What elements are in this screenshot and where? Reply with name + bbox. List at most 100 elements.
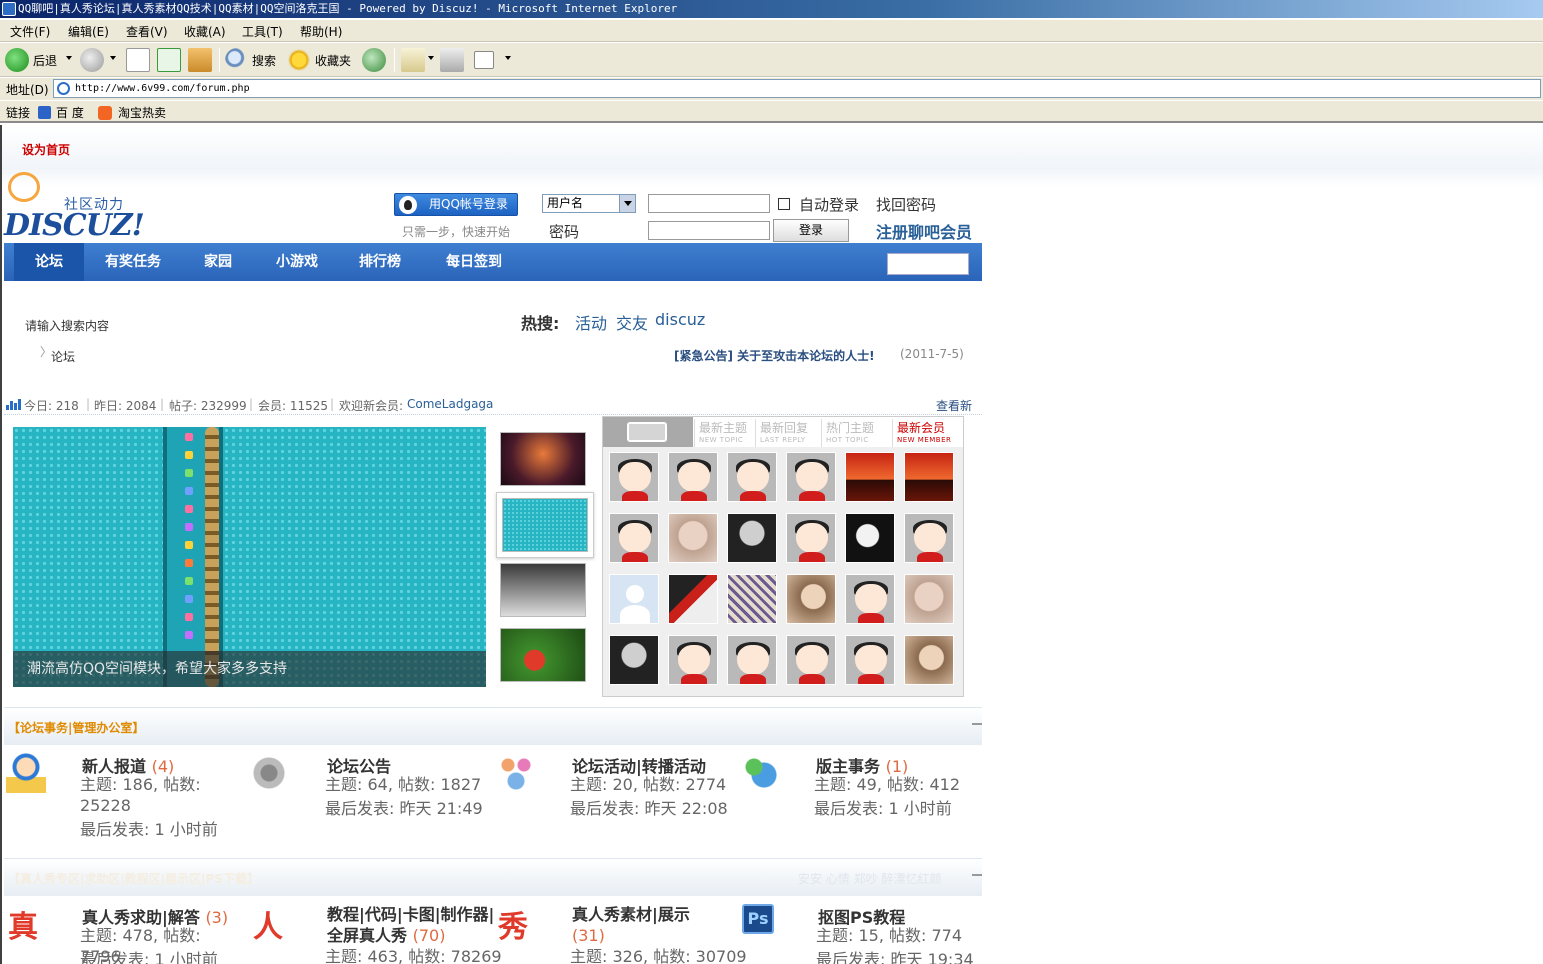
forum-item[interactable]: 版主事务 (1) 主题: 49, 帖数: 412 最后发表: 1 小时前 (740, 753, 980, 853)
member-avatar[interactable] (668, 574, 718, 624)
forum-item[interactable]: Ps 抠图PS教程 主题: 15, 帖数: 774 最后发表: 昨天 19:34 (742, 904, 982, 964)
member-avatar[interactable] (904, 574, 954, 624)
forum-last-post[interactable]: 最后发表: 昨天 22:08 (570, 795, 728, 819)
hot-keyword[interactable]: 交友 (616, 310, 648, 334)
mail-dropdown-icon[interactable] (428, 56, 434, 60)
forum-last-post[interactable]: 最后发表: 1 小时前 (80, 816, 218, 840)
member-avatar[interactable] (609, 574, 659, 624)
slideshow-thumb[interactable] (500, 432, 586, 486)
nav-home[interactable]: 家园 (190, 243, 246, 281)
forum-item[interactable]: 真 真人秀求助|解答 (3) 主题: 478, 帖数: 7796 最后发表: 1… (6, 904, 246, 964)
member-avatar[interactable] (786, 452, 836, 502)
stop-icon[interactable] (126, 48, 150, 72)
forum-group-title[interactable]: 【论坛事务|管理办公室】 (8, 719, 144, 736)
forum-item[interactable]: 论坛公告 主题: 64, 帖数: 1827 最后发表: 昨天 21:49 (251, 753, 491, 853)
favorites-star-icon[interactable] (287, 48, 311, 72)
back-dropdown-icon[interactable] (66, 56, 72, 60)
member-avatar[interactable] (845, 574, 895, 624)
member-avatar[interactable] (786, 635, 836, 685)
member-avatar[interactable] (727, 574, 777, 624)
home-icon[interactable] (188, 48, 212, 72)
forum-item[interactable]: 论坛活动|转播活动 主题: 20, 帖数: 2774 最后发表: 昨天 22:0… (496, 753, 736, 853)
auto-login-checkbox[interactable] (778, 198, 790, 210)
login-type-select[interactable]: 用户名 (542, 194, 636, 213)
member-avatar[interactable] (668, 513, 718, 563)
username-input[interactable] (648, 194, 770, 213)
forward-dropdown-icon[interactable] (110, 56, 116, 60)
member-avatar[interactable] (904, 635, 954, 685)
chevron-down-icon[interactable] (619, 195, 635, 212)
new-member-link[interactable]: ComeLadgaga (407, 397, 493, 411)
menu-help[interactable]: 帮助(H) (300, 23, 342, 40)
menu-edit[interactable]: 编辑(E) (68, 23, 109, 40)
member-avatar[interactable] (727, 513, 777, 563)
member-avatar[interactable] (668, 452, 718, 502)
refresh-icon[interactable] (157, 48, 181, 72)
tab-speech-bubble[interactable] (603, 417, 693, 447)
forum-item[interactable]: 新人报道 (4) 主题: 186, 帖数: 25228 最后发表: 1 小时前 (6, 753, 246, 853)
set-home-link[interactable]: 设为首页 (22, 141, 70, 158)
address-input[interactable]: http://www.6v99.com/forum.php (53, 79, 1541, 98)
link-taobao[interactable]: 淘宝热卖 (118, 104, 166, 121)
forum-last-post[interactable]: 最后发表: 1 小时前 (80, 946, 218, 964)
search-hint[interactable]: 请输入搜索内容 (25, 317, 109, 334)
menu-file[interactable]: 文件(F) (10, 23, 50, 40)
favorites-button-label[interactable]: 收藏夹 (315, 52, 351, 69)
member-avatar[interactable] (904, 513, 954, 563)
hot-keyword[interactable]: discuz (655, 310, 705, 329)
breadcrumb[interactable]: 论坛 (51, 348, 75, 365)
slideshow-caption[interactable]: 潮流高仿QQ空间模块，希望大家多多支持 (13, 651, 486, 687)
search-button-label[interactable]: 搜索 (252, 52, 276, 69)
forum-group-title[interactable]: 【真人秀专区|求助区|教程区|展示区|PS下载】 (8, 870, 259, 887)
slideshow-main-image[interactable]: 潮流高仿QQ空间模块，希望大家多多支持 (13, 427, 486, 687)
forum-item[interactable]: 人 教程|代码|卡图|制作器|全屏真人秀 (70) 主题: 463, 帖数: 7… (251, 904, 502, 964)
mail-icon[interactable] (401, 48, 425, 72)
register-link[interactable]: 注册聊吧会员 (876, 219, 972, 243)
member-avatar[interactable] (727, 635, 777, 685)
member-avatar[interactable] (609, 513, 659, 563)
forum-name[interactable]: 真人秀素材|展示 (31) (572, 904, 742, 946)
collapse-icon[interactable] (972, 874, 982, 876)
qq-login-button[interactable]: 用QQ帐号登录 (394, 193, 518, 216)
slideshow-thumb-active[interactable] (496, 492, 594, 558)
hot-keyword[interactable]: 活动 (575, 310, 607, 334)
forum-last-post[interactable]: 最后发表: 1 小时前 (814, 795, 952, 819)
nav-ranking[interactable]: 排行榜 (348, 243, 412, 281)
nav-search-box[interactable] (887, 253, 969, 275)
site-logo[interactable]: 社区动力 DISCUZ! (4, 170, 145, 243)
member-avatar[interactable] (904, 452, 954, 502)
print-icon[interactable] (440, 48, 464, 72)
member-avatar[interactable] (609, 452, 659, 502)
tab-new-topic[interactable]: 最新主题 NEW TOPIC (694, 419, 760, 447)
menu-favorites[interactable]: 收藏(A) (184, 23, 226, 40)
edit-dropdown-icon[interactable] (505, 56, 511, 60)
address-url[interactable]: http://www.6v99.com/forum.php (75, 83, 250, 94)
tab-hot-topic[interactable]: 热门主题 HOT TOPIC (821, 419, 887, 447)
menu-view[interactable]: 查看(V) (126, 23, 168, 40)
nav-checkin[interactable]: 每日签到 (432, 243, 516, 281)
link-baidu[interactable]: 百 度 (56, 104, 84, 121)
search-icon[interactable] (225, 48, 249, 72)
find-password-link[interactable]: 找回密码 (876, 194, 936, 215)
member-avatar[interactable] (727, 452, 777, 502)
forum-name[interactable]: 教程|代码|卡图|制作器|全屏真人秀 (70) (327, 904, 502, 946)
login-button[interactable]: 登录 (773, 219, 849, 242)
collapse-icon[interactable] (972, 723, 982, 725)
tab-new-member[interactable]: 最新会员 NEW MEMBER (892, 419, 958, 447)
nav-forum[interactable]: 论坛 (14, 243, 84, 281)
nav-games[interactable]: 小游戏 (262, 243, 332, 281)
forum-item[interactable]: 秀 真人秀素材|展示 (31) 主题: 326, 帖数: 30709 (496, 904, 747, 964)
history-icon[interactable] (362, 48, 386, 72)
nav-tasks[interactable]: 有奖任务 (94, 243, 172, 281)
back-arrow-icon[interactable] (5, 48, 29, 72)
member-avatar[interactable] (845, 635, 895, 685)
member-avatar[interactable] (786, 513, 836, 563)
announcement-link[interactable]: [紧急公告] 关于至攻击本论坛的人士! (674, 347, 875, 364)
tab-last-reply[interactable]: 最新回复 LAST REPLY (755, 419, 821, 447)
back-button-label[interactable]: 后退 (33, 52, 57, 69)
member-avatar[interactable] (668, 635, 718, 685)
member-avatar[interactable] (786, 574, 836, 624)
auto-login-label[interactable]: 自动登录 (799, 194, 859, 215)
member-avatar[interactable] (845, 513, 895, 563)
member-avatar[interactable] (845, 452, 895, 502)
